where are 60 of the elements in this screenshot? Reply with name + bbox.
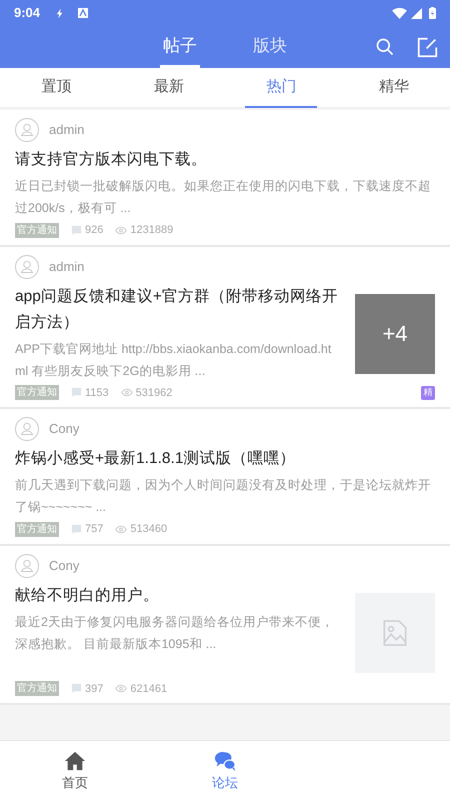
eye-icon — [115, 684, 128, 694]
post-card[interactable]: admin app问题反馈和建议+官方群（附带移动网络开启方法） APP下载官网地址 http://bbs.xiaokanba.com/download.html 有些朋友反映下2G的电影用 ... +4 官方通知 1153 531962 精 — [0, 246, 450, 409]
avatar-icon — [15, 554, 39, 578]
post-title: 请支持官方版本闪电下载。 — [15, 150, 208, 170]
view-count: 531962 — [136, 386, 172, 400]
author-name: admin — [49, 258, 84, 276]
comment-icon — [71, 683, 82, 694]
comment-icon — [71, 387, 82, 398]
post-card[interactable]: admin 请支持官方版本闪电下载。 近日已封锁一批破解版闪电。如果您正在使用的闪电下载，下载速度不超过200k/s，极有可 ... 官方通知 926 1231889 — [0, 110, 450, 246]
signal-icon — [411, 8, 422, 18]
comment-count: 757 — [85, 522, 104, 537]
post-card[interactable]: Cony 献给不明白的用户。 最近2天由于修复闪电服务器问题给各位用户带来不便，深感抱歉。 目前最新版本1095和 ... 官方通知 397 621461 — [0, 546, 450, 705]
author-name: Cony — [49, 556, 80, 575]
notification-icon — [78, 8, 88, 18]
post-title: app问题反馈和建议+官方群（附带移动网络开启方法） — [15, 286, 339, 332]
comment-icon — [71, 224, 82, 236]
eye-icon — [120, 388, 133, 398]
category-tag: 官方通知 — [15, 522, 59, 537]
avatar-icon — [15, 417, 39, 441]
image-thumbnail[interactable] — [355, 592, 435, 672]
comment-icon — [71, 524, 82, 535]
post-title: 炸锅小感受+最新1.1.8.1测试版（嘿嘿） — [15, 449, 296, 469]
category-tag: 官方通知 — [15, 385, 59, 400]
image-count: +4 — [382, 320, 408, 348]
sub-tab[interactable]: 最新 — [132, 68, 205, 108]
post-card[interactable]: Cony 炸锅小感受+最新1.1.8.1测试版（嘿嘿） 前几天遇到下载问题，因为个人时间问题没有及时处理，于是论坛就炸开了锅~~~~~~~ ... 官方通知 757 513460 — [0, 409, 450, 546]
view-count: 513460 — [130, 522, 168, 537]
category-tag: 官方通知 — [15, 681, 59, 696]
comment-count: 1153 — [85, 386, 109, 400]
flash-icon — [56, 8, 64, 18]
author-name: admin — [49, 121, 84, 140]
status-time: 9:04 — [14, 4, 40, 22]
view-count: 1231889 — [130, 223, 174, 238]
wifi-icon — [392, 8, 407, 18]
battery-icon — [429, 7, 436, 19]
chat-icon — [213, 750, 237, 772]
comment-count: 926 — [85, 223, 104, 238]
search-icon[interactable] — [375, 37, 395, 57]
category-tag: 官方通知 — [15, 222, 59, 238]
avatar-icon — [15, 254, 39, 278]
comment-count: 397 — [85, 682, 104, 696]
post-excerpt: 最近2天由于修复闪电服务器问题给各位用户带来不便，深感抱歉。 目前最新版本1095和 ... — [15, 614, 335, 652]
post-title: 献给不明白的用户。 — [15, 586, 160, 606]
author-name: Cony — [49, 420, 80, 438]
nav-item[interactable]: 首页 — [62, 741, 88, 800]
home-icon — [64, 750, 86, 772]
featured-badge: 精 — [421, 386, 435, 400]
image-thumbnail[interactable]: +4 — [355, 294, 435, 374]
avatar-icon — [15, 118, 39, 142]
sub-tab[interactable]: 精华 — [358, 68, 430, 108]
view-count: 621461 — [130, 682, 168, 696]
eye-icon — [115, 226, 128, 235]
post-excerpt: 近日已封锁一批破解版闪电。如果您正在使用的闪电下载，下载速度不超过200k/s，极有可 ... — [15, 178, 432, 217]
post-excerpt: 前几天遇到下载问题，因为个人时间问题没有及时处理，于是论坛就炸开了锅~~~~~~~ ... — [15, 477, 432, 516]
edit-icon[interactable] — [417, 36, 438, 58]
eye-icon — [115, 524, 128, 534]
sub-tab[interactable]: 热门 — [245, 68, 318, 108]
nav-item[interactable]: 论坛 — [212, 741, 238, 800]
post-excerpt: APP下载官网地址 http://bbs.xiaokanba.com/download.html 有些朋友反映下2G的电影用 ... — [15, 340, 332, 380]
sub-tab[interactable]: 置顶 — [20, 68, 92, 108]
